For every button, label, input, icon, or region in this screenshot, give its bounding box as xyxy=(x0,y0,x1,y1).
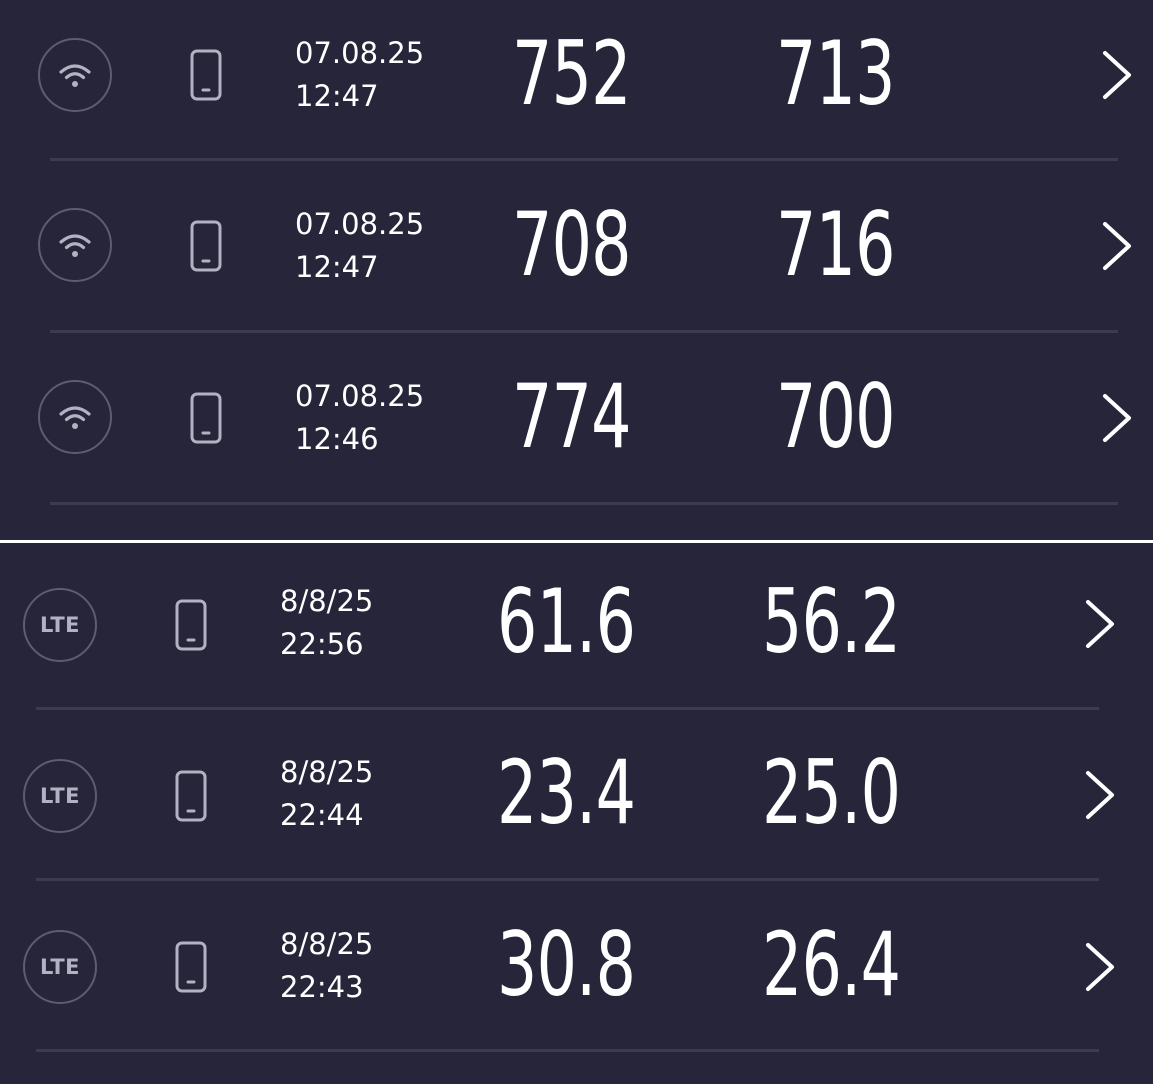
chevron-right-icon[interactable] xyxy=(1100,220,1134,272)
upload-speed: 700 xyxy=(776,365,895,468)
wifi-results-panel: 07.08.25 12:47 752 713 07.08.25 12:47 70… xyxy=(0,0,1153,540)
result-date: 07.08.25 xyxy=(295,36,425,70)
smartphone-icon xyxy=(190,49,222,101)
result-row[interactable]: 07.08.25 12:47 752 713 xyxy=(0,0,1153,172)
download-speed: 61.6 xyxy=(497,570,636,673)
result-datetime: 07.08.25 12:46 xyxy=(295,375,424,461)
result-time: 12:47 xyxy=(295,250,379,284)
upload-speed: 26.4 xyxy=(762,913,901,1016)
upload-speed: 25.0 xyxy=(762,741,901,844)
wifi-icon xyxy=(38,38,112,112)
row-divider xyxy=(50,158,1118,161)
result-time: 22:44 xyxy=(280,798,364,832)
result-datetime: 07.08.25 12:47 xyxy=(295,32,424,118)
result-time: 12:47 xyxy=(295,79,379,113)
chevron-right-icon[interactable] xyxy=(1100,392,1134,444)
lte-label: LTE xyxy=(39,613,81,637)
download-speed: 708 xyxy=(512,193,631,296)
chevron-right-icon[interactable] xyxy=(1083,941,1117,993)
result-time: 22:43 xyxy=(280,970,364,1004)
result-row[interactable]: LTE 8/8/25 22:56 61.6 56.2 xyxy=(0,543,1153,715)
result-date: 07.08.25 xyxy=(295,379,425,413)
chevron-right-icon[interactable] xyxy=(1083,598,1117,650)
download-speed: 23.4 xyxy=(497,741,636,844)
result-row[interactable]: 07.08.25 12:47 708 716 xyxy=(0,172,1153,344)
result-datetime: 8/8/25 22:56 xyxy=(280,580,373,666)
wifi-icon xyxy=(38,380,112,454)
download-speed: 774 xyxy=(512,365,631,468)
download-speed: 30.8 xyxy=(497,913,636,1016)
row-divider xyxy=(36,1049,1099,1052)
download-speed: 752 xyxy=(512,22,631,125)
chevron-right-icon[interactable] xyxy=(1100,49,1134,101)
result-row[interactable]: 07.08.25 12:46 774 700 xyxy=(0,344,1153,516)
chevron-right-icon[interactable] xyxy=(1083,769,1117,821)
upload-speed: 713 xyxy=(776,22,895,125)
row-divider xyxy=(50,330,1118,333)
result-time: 12:46 xyxy=(295,422,379,456)
row-divider xyxy=(50,502,1118,505)
smartphone-icon xyxy=(175,770,207,822)
smartphone-icon xyxy=(175,599,207,651)
result-date: 8/8/25 xyxy=(280,927,374,961)
upload-speed: 56.2 xyxy=(762,570,901,673)
wifi-icon xyxy=(38,208,112,282)
result-date: 8/8/25 xyxy=(280,755,374,789)
row-divider xyxy=(36,707,1099,710)
lte-label: LTE xyxy=(39,784,81,808)
lte-icon: LTE xyxy=(23,930,97,1004)
lte-icon: LTE xyxy=(23,588,97,662)
smartphone-icon xyxy=(175,941,207,993)
result-datetime: 8/8/25 22:43 xyxy=(280,923,373,1009)
row-divider xyxy=(36,878,1099,881)
upload-speed: 716 xyxy=(776,193,895,296)
result-row[interactable]: LTE 8/8/25 22:43 30.8 26.4 xyxy=(0,887,1153,1059)
smartphone-icon xyxy=(190,392,222,444)
result-row[interactable]: LTE 8/8/25 22:44 23.4 25.0 xyxy=(0,715,1153,887)
result-date: 8/8/25 xyxy=(280,584,374,618)
result-date: 07.08.25 xyxy=(295,207,425,241)
result-time: 22:56 xyxy=(280,627,364,661)
lte-results-panel: LTE 8/8/25 22:56 61.6 56.2 LTE 8/8/25 22… xyxy=(0,543,1153,1084)
smartphone-icon xyxy=(190,220,222,272)
lte-icon: LTE xyxy=(23,759,97,833)
lte-label: LTE xyxy=(39,955,81,979)
result-datetime: 8/8/25 22:44 xyxy=(280,751,373,837)
result-datetime: 07.08.25 12:47 xyxy=(295,203,424,289)
